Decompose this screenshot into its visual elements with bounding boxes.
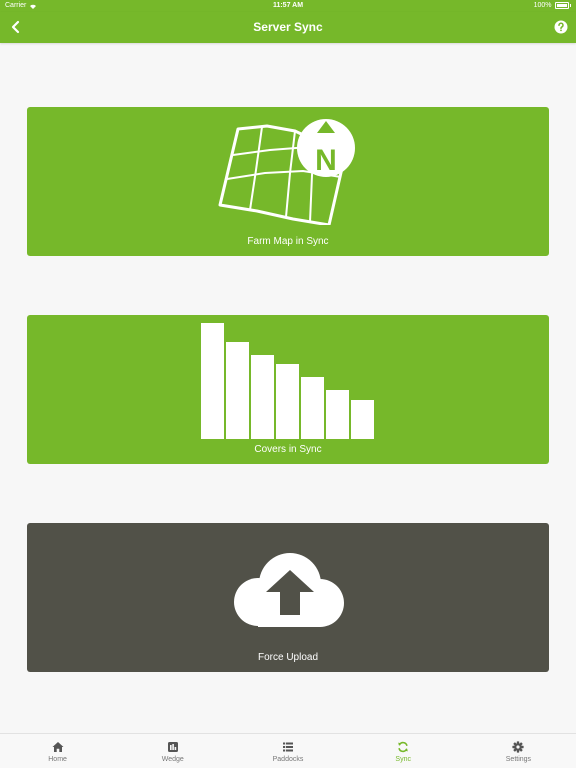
farm-map-north-icon: N [218,119,355,225]
svg-text:N: N [315,144,337,177]
tab-paddocks[interactable]: Paddocks [230,734,345,768]
navigation-bar: Server Sync [0,12,576,43]
force-upload-card[interactable]: Force Upload [27,523,549,672]
tab-home[interactable]: Home [0,734,115,768]
tab-wedge-label: Wedge [161,756,184,763]
tab-sync-label: Sync [395,756,411,763]
tab-sync[interactable]: Sync [346,734,461,768]
covers-sync-label: Covers in Sync [254,444,322,455]
tab-paddocks-label: Paddocks [272,756,304,763]
bar-3 [251,355,274,439]
server-sync-screen: Carrier 11:57 AM 100% Server Sync N Farm… [0,0,576,768]
bar-2 [226,342,249,439]
bar-chart-icon [167,742,178,752]
covers-bar-chart-icon [201,323,374,439]
home-icon [52,742,64,752]
battery-indicator: 100% [534,2,571,9]
bar-6 [326,390,349,439]
list-icon [283,742,293,752]
status-bar: Carrier 11:57 AM 100% [0,0,576,12]
bar-4 [276,364,299,439]
tab-settings[interactable]: Settings [461,734,576,768]
tab-home-label: Home [48,756,67,763]
question-circle-icon[interactable] [554,20,568,34]
farm-map-sync-label: Farm Map in Sync [247,236,329,247]
bar-5 [301,377,324,439]
tab-settings-label: Settings [505,756,532,763]
cloud-upload-icon [234,553,344,627]
force-upload-label: Force Upload [257,652,319,663]
battery-percent: 100% [533,2,552,9]
battery-tip [569,4,571,7]
bar-1 [201,323,224,439]
tab-wedge[interactable]: Wedge [115,734,230,768]
sync-icon [398,741,409,753]
page-title: Server Sync [253,20,323,34]
battery-icon [554,2,569,9]
bar-7 [351,400,374,439]
tab-bar: Home Wedge Paddocks Sync Settings [0,733,576,768]
gear-icon [512,741,525,753]
covers-sync-card[interactable]: Covers in Sync [27,315,549,464]
status-time: 11:57 AM [272,2,304,9]
farm-map-sync-card[interactable]: N Farm Map in Sync [27,107,549,256]
